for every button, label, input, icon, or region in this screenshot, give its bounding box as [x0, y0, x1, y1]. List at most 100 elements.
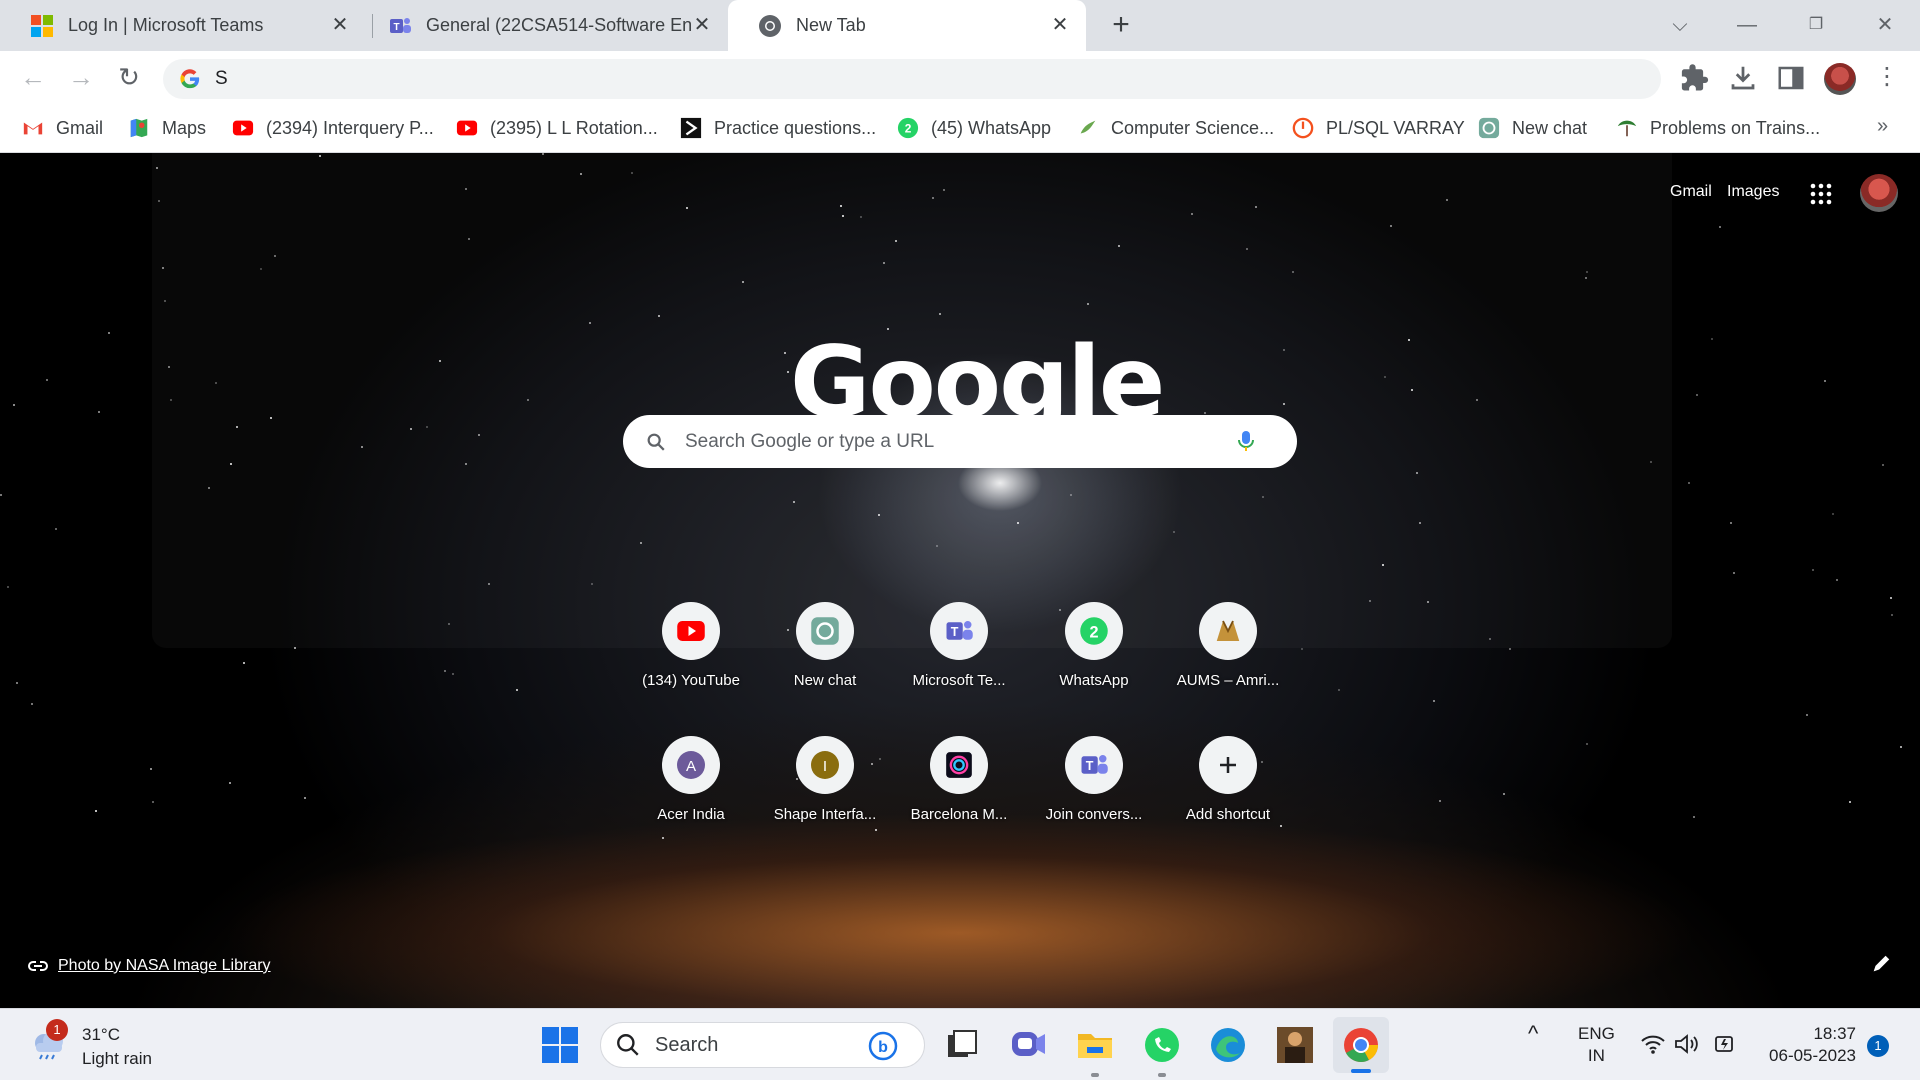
- reload-button[interactable]: ↻: [112, 61, 146, 95]
- tab-search-chevron-icon[interactable]: ⌵: [1660, 8, 1700, 42]
- shortcut-acer-india[interactable]: A Acer India: [631, 736, 751, 823]
- star: [31, 703, 33, 705]
- star: [662, 837, 664, 839]
- gmail-link[interactable]: Gmail: [1670, 183, 1712, 201]
- restore-icon[interactable]: ❐: [1796, 8, 1836, 42]
- tab-strip: Log In | Microsoft Teams ✕ T General (22…: [0, 0, 1920, 51]
- bookmark-label: Practice questions...: [714, 117, 877, 138]
- shortcut-label: AUMS – Amri...: [1176, 672, 1280, 689]
- window-close-icon[interactable]: ✕: [1865, 8, 1905, 42]
- weather-widget[interactable]: 31°C Light rain 1: [28, 1019, 152, 1071]
- shortcut-shape-interface[interactable]: I Shape Interfa...: [765, 736, 885, 823]
- svg-text:I: I: [823, 758, 827, 775]
- shortcut-new-chat[interactable]: New chat: [765, 602, 885, 689]
- shortcut-tile: [1199, 736, 1257, 794]
- shortcut-tile: [930, 736, 988, 794]
- google-apps-icon[interactable]: [1810, 183, 1832, 205]
- shortcut-microsoft-teams[interactable]: T Microsoft Te...: [899, 602, 1019, 689]
- menu-kebab-icon[interactable]: ⋮: [1870, 61, 1904, 95]
- battery-charging-icon[interactable]: [1712, 1031, 1738, 1057]
- notification-badge[interactable]: 1: [1867, 1035, 1889, 1057]
- minimize-icon[interactable]: —: [1727, 8, 1767, 42]
- windows-start-icon[interactable]: [540, 1025, 580, 1065]
- bookmark-youtube-rotation[interactable]: (2395) L L Rotation...: [456, 115, 658, 141]
- chrome-taskbar-active[interactable]: [1333, 1017, 1389, 1073]
- star: [150, 768, 152, 770]
- star: [1900, 746, 1902, 748]
- taskbar-search[interactable]: Search b: [600, 1022, 925, 1068]
- new-tab-button[interactable]: +: [1105, 10, 1137, 42]
- bookmark-youtube-interquery[interactable]: (2394) Interquery P...: [232, 115, 434, 141]
- running-indicator: [1091, 1073, 1099, 1077]
- svg-text:2: 2: [1089, 623, 1098, 641]
- account-avatar[interactable]: [1860, 174, 1898, 212]
- edge-icon[interactable]: [1208, 1025, 1248, 1065]
- photo-app-icon[interactable]: [1275, 1025, 1315, 1065]
- bookmark-new-chat[interactable]: New chat: [1478, 115, 1587, 141]
- bing-icon[interactable]: b: [868, 1031, 898, 1061]
- shortcut-tile: [796, 602, 854, 660]
- chrome-icon: [759, 14, 781, 37]
- bookmark-plsql-varray[interactable]: PL/SQL VARRAY: [1292, 115, 1465, 141]
- download-icon[interactable]: [1728, 63, 1758, 93]
- star: [0, 494, 2, 496]
- shortcut-aums[interactable]: AUMS – Amri...: [1168, 602, 1288, 689]
- microphone-icon[interactable]: [1235, 429, 1257, 453]
- language-bottom: IN: [1587, 1046, 1605, 1065]
- bookmark-problems-on-trains[interactable]: Problems on Trains...: [1616, 115, 1820, 141]
- task-view-icon[interactable]: [942, 1025, 982, 1065]
- language-indicator[interactable]: ENG IN: [1578, 1023, 1615, 1067]
- bookmark-practice-questions[interactable]: Practice questions...: [680, 115, 876, 141]
- shortcut-tile: [662, 602, 720, 660]
- ntp-search-box[interactable]: Search Google or type a URL: [623, 415, 1297, 468]
- credit-text: Photo by NASA Image Library: [58, 957, 271, 974]
- bookmark-label: Gmail: [56, 117, 104, 138]
- shortcut-barcelona[interactable]: Barcelona M...: [899, 736, 1019, 823]
- weather-badge: 1: [46, 1019, 68, 1041]
- back-button[interactable]: ←: [16, 61, 50, 95]
- volume-icon[interactable]: [1674, 1033, 1700, 1055]
- shortcut-tile: 2: [1065, 602, 1123, 660]
- extensions-icon[interactable]: [1680, 63, 1710, 93]
- clock[interactable]: 18:37 06-05-2023: [1758, 1023, 1856, 1067]
- teams-chat-icon[interactable]: [1008, 1025, 1048, 1065]
- star: [1509, 648, 1511, 650]
- bookmarks-overflow-icon[interactable]: »: [1877, 115, 1888, 138]
- star: [152, 801, 154, 803]
- shortcut-join-conversation[interactable]: T Join convers...: [1034, 736, 1154, 823]
- shortcut-youtube[interactable]: (134) YouTube: [631, 602, 751, 689]
- star: [452, 673, 454, 675]
- star: [1719, 226, 1721, 228]
- forward-button[interactable]: →: [64, 61, 98, 95]
- shortcut-whatsapp[interactable]: 2 WhatsApp: [1034, 602, 1154, 689]
- tab-teams-general[interactable]: T General (22CSA514-Software Eng ✕: [358, 0, 728, 51]
- star: [1836, 579, 1838, 581]
- shortcut-add[interactable]: Add shortcut: [1168, 736, 1288, 823]
- address-bar[interactable]: S: [163, 59, 1661, 99]
- bookmark-label: PL/SQL VARRAY: [1326, 117, 1465, 138]
- tab-new-tab[interactable]: New Tab ✕: [728, 0, 1086, 51]
- wifi-icon[interactable]: [1640, 1033, 1666, 1055]
- file-explorer-icon[interactable]: [1075, 1025, 1115, 1065]
- images-link[interactable]: Images: [1727, 183, 1779, 201]
- link-icon: [28, 961, 48, 971]
- background-credit-link[interactable]: Photo by NASA Image Library: [28, 957, 271, 975]
- tab-teams-login[interactable]: Log In | Microsoft Teams ✕: [0, 0, 366, 51]
- profile-avatar[interactable]: [1824, 63, 1856, 95]
- chatgpt-icon: [1478, 117, 1500, 139]
- bookmark-whatsapp[interactable]: 2 (45) WhatsApp: [897, 115, 1051, 141]
- customize-pencil-icon[interactable]: [1870, 953, 1892, 975]
- bookmark-gmail[interactable]: Gmail: [22, 115, 103, 141]
- close-icon[interactable]: ✕: [690, 13, 714, 37]
- whatsapp-icon[interactable]: [1142, 1025, 1182, 1065]
- bookmark-maps[interactable]: Maps: [128, 115, 206, 141]
- shortcut-tile: T: [930, 602, 988, 660]
- bookmark-computer-science[interactable]: Computer Science...: [1077, 115, 1274, 141]
- shortcut-label: Add shortcut: [1185, 806, 1271, 823]
- close-icon[interactable]: ✕: [1048, 13, 1072, 37]
- shortcut-label: Shape Interfa...: [773, 806, 877, 823]
- show-hidden-icons-chevron[interactable]: ^: [1528, 1023, 1538, 1045]
- close-icon[interactable]: ✕: [328, 13, 352, 37]
- side-panel-icon[interactable]: [1776, 63, 1806, 93]
- address-input[interactable]: S: [215, 68, 228, 90]
